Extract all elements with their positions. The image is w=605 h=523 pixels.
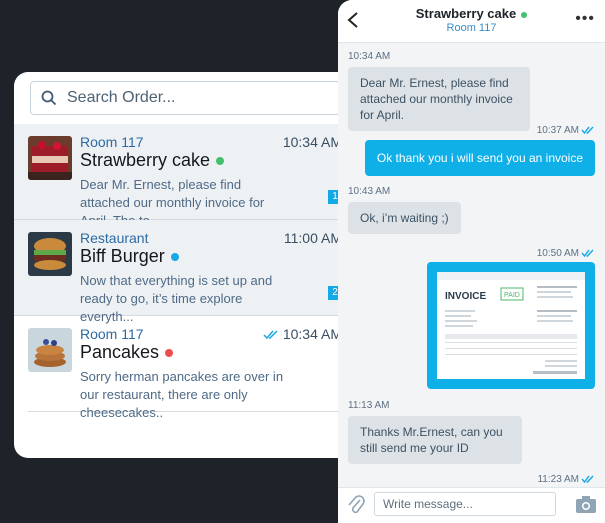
invoice-heading: INVOICE [445,291,486,302]
more-options-icon[interactable]: ••• [575,10,595,28]
attachment-icon[interactable] [346,494,366,516]
message-bubble-incoming: Dear Mr. Ernest, please find attached ou… [348,67,530,131]
conversation-title: Pancakes [80,342,174,363]
search-box[interactable] [30,81,340,115]
status-dot [170,253,179,262]
conversation-thumbnail [28,328,72,372]
conversation-preview: Sorry herman pancakes are over in our re… [80,369,284,420]
double-check-icon [581,475,594,483]
conversation-thumbnail [28,136,72,180]
chat-subtitle: Room 117 [446,22,497,34]
message-bubble-outgoing: Ok thank you i will send you an invoice [364,140,595,176]
search-input[interactable] [65,88,319,108]
double-check-icon [263,330,278,340]
search-icon [41,90,57,106]
conversation-item[interactable]: Room 117 Pancakes Sorry herman pancakes … [28,316,342,420]
conversation-room: Room 117 [80,134,144,150]
message-composer [338,487,605,523]
message-time: 11:23 AM [537,474,595,485]
message-time: 11:13 AM [348,400,390,411]
chat-title: Strawberry cake [338,6,605,21]
conversation-room: Restaurant [80,230,149,246]
status-dot [216,157,225,166]
invoice-image: INVOICE PAID [437,272,585,379]
camera-icon[interactable] [575,494,597,514]
status-dot [521,11,528,18]
message-bubble-incoming: Thanks Mr.Ernest, can you still send me … [348,416,522,464]
status-dot [165,349,174,358]
conversation-time: 11:00 AM [283,230,342,246]
image-message[interactable]: INVOICE PAID [427,262,595,389]
message-bubble-incoming: Ok, i’m waiting ;) [348,202,461,234]
chat-panel: Strawberry cake Room 117 ••• 10:34 AM De… [338,0,605,523]
conversation-time: 10:34 AM [282,134,342,150]
conversation-item[interactable]: Restaurant Biff Burger Now that everythi… [14,220,356,324]
conversation-list-panel: Room 117 Strawberry cake Dear Mr. Ernest… [14,72,356,458]
conversation-time: 10:34 AM [263,326,342,342]
conversation-item[interactable]: Room 117 Strawberry cake Dear Mr. Ernest… [14,124,356,228]
message-area: 10:34 AM Dear Mr. Ernest, please find at… [338,43,605,488]
paid-stamp: PAID [504,292,520,299]
double-check-icon [581,249,594,257]
message-time: 10:43 AM [348,186,391,197]
message-time: 10:50 AM [537,248,595,259]
message-input[interactable] [374,492,556,516]
double-check-icon [581,126,594,134]
message-time: 10:37 AM [537,125,595,136]
conversation-title: Biff Burger [80,246,179,267]
conversation-thumbnail [28,232,72,276]
chat-header: Strawberry cake Room 117 ••• [338,0,605,43]
conversation-room: Room 117 [80,326,144,342]
conversation-title: Strawberry cake [80,150,225,171]
message-time: 10:34 AM [348,51,391,62]
